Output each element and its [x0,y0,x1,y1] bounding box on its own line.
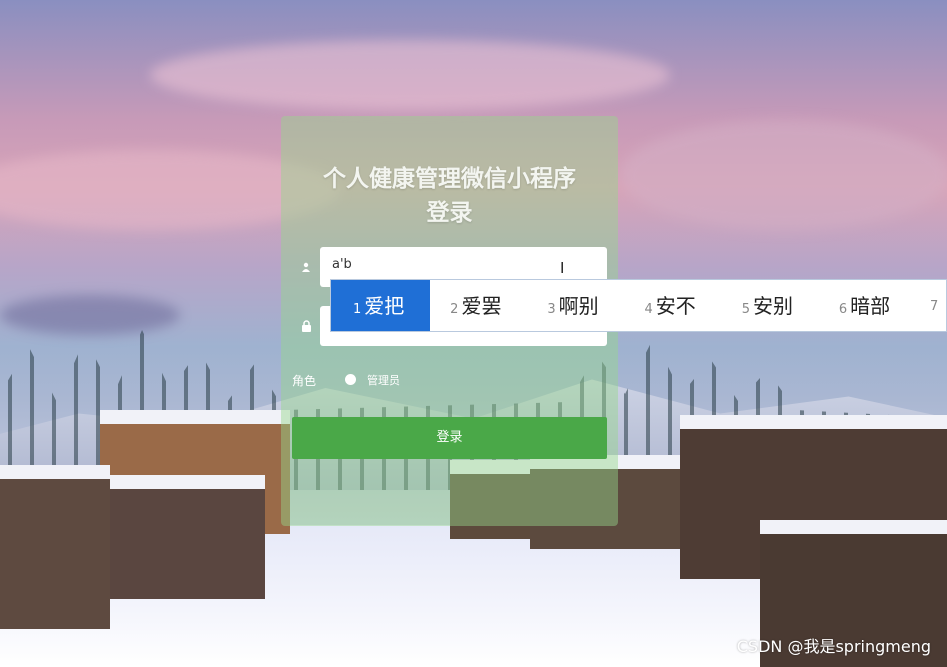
candidate-word: 爱把 [364,294,405,318]
candidate-word: 啊别 [558,294,599,318]
cabin [110,475,265,599]
lock-icon [301,320,313,332]
candidate-number: 7 [930,299,939,314]
ime-candidate[interactable]: 3 啊别 [527,280,624,331]
candidate-word: 安不 [655,294,696,318]
ime-candidate[interactable]: 4 安不 [625,280,722,331]
title-line-app: 个人健康管理微信小程序 [323,166,576,192]
username-value: a'b [332,257,352,272]
candidate-number: 3 [547,302,556,317]
candidate-number: 1 [353,302,362,317]
cabin [0,465,110,629]
candidate-number: 5 [741,302,750,317]
ime-candidate[interactable]: 5 安别 [722,280,819,331]
role-option-label: 管理员 [367,374,400,387]
login-button[interactable]: 登录 [292,417,607,459]
ime-candidate[interactable]: 2 爱罢 [430,280,527,331]
cloud [620,120,947,230]
user-icon [301,262,313,274]
candidate-word: 暗部 [850,294,891,318]
title-line-login: 登录 [426,200,473,226]
candidate-word: 爱罢 [461,294,502,318]
text-cursor-icon: I [560,259,565,277]
candidate-number: 6 [838,302,848,317]
watermark: CSDN @我是springmeng [736,637,931,656]
ime-candidate-bar: 1 爱把 2 爱罢 3 啊别 4 安不 5 安别 6 暗部 7 [330,279,947,332]
role-radio-admin[interactable] [345,374,356,385]
cloud [150,40,670,110]
page-title: 个人健康管理微信小程序 登录 [281,162,618,230]
candidate-number: 2 [450,302,459,317]
ime-candidate[interactable]: 6 暗部 [819,280,916,331]
ime-candidate[interactable]: 7 [916,280,946,331]
candidate-word: 安别 [752,294,793,318]
candidate-number: 4 [644,302,653,317]
cloud [0,295,180,335]
ime-candidate[interactable]: 1 爱把 [331,280,431,331]
role-label: 角色 [292,374,317,388]
